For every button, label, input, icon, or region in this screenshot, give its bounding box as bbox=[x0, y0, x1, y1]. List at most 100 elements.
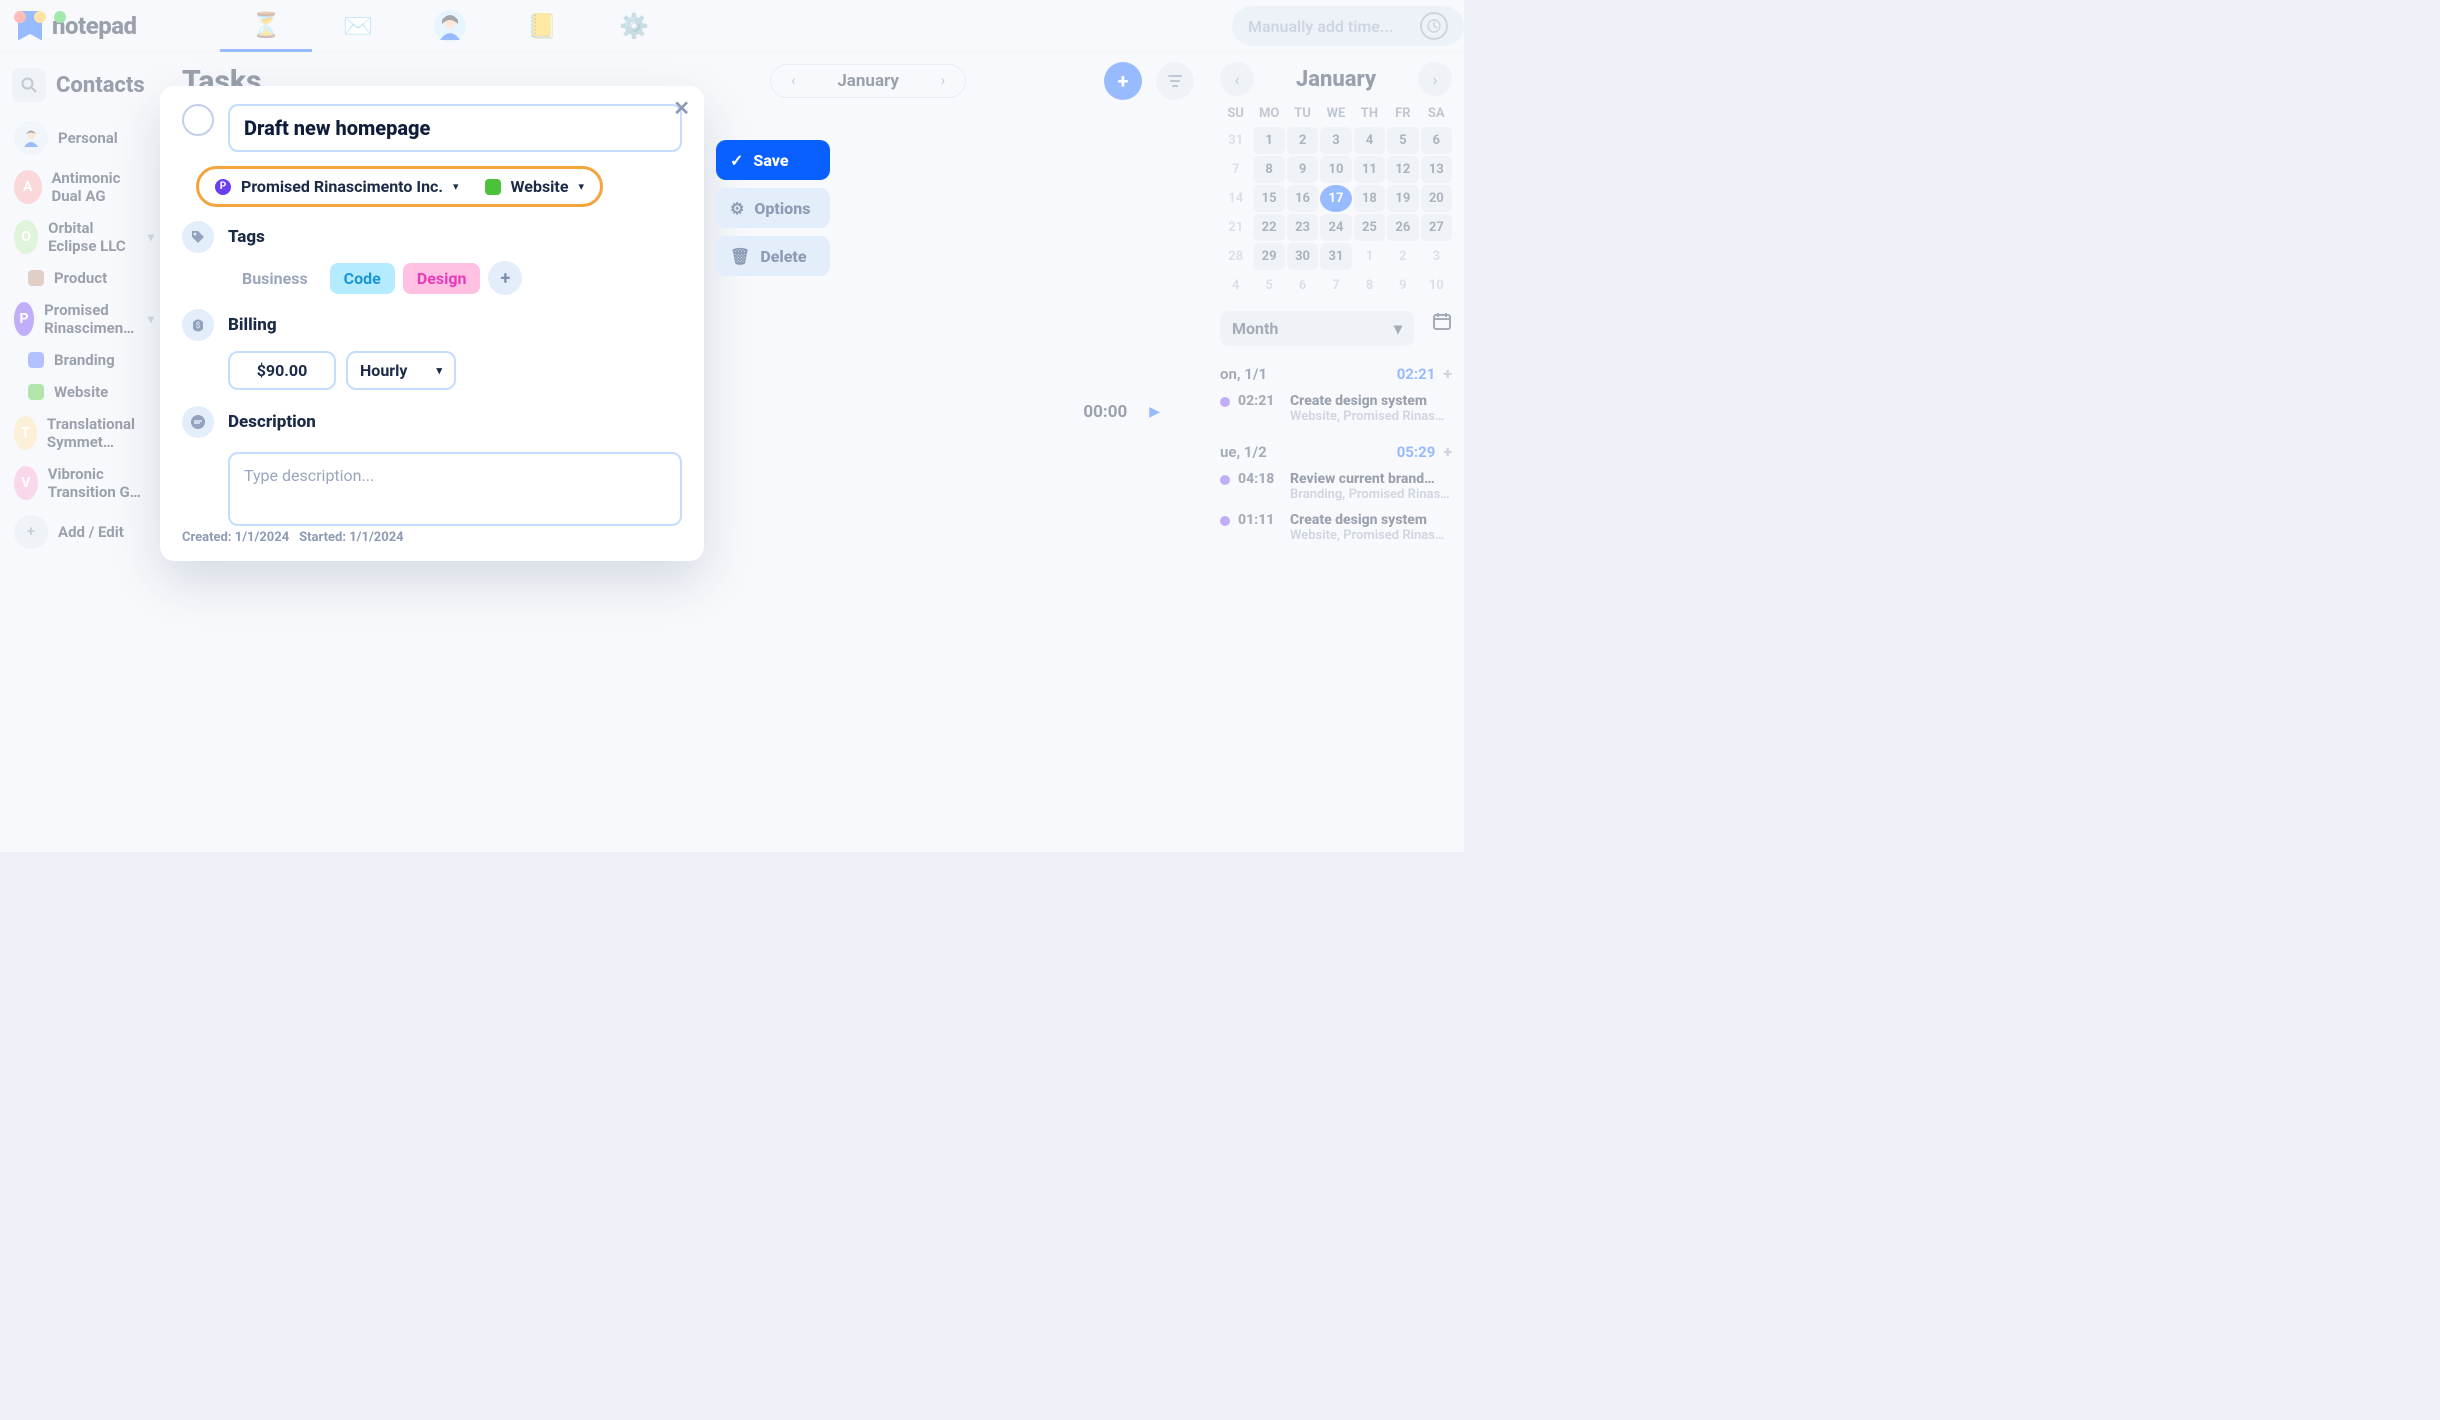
cal-day[interactable]: 10 bbox=[1320, 156, 1351, 183]
nav-avatar-icon[interactable] bbox=[404, 0, 496, 52]
nav-mail-icon[interactable]: ✉️ bbox=[312, 0, 404, 52]
play-icon[interactable]: ▶ bbox=[1149, 404, 1160, 420]
add-entry-button[interactable]: + bbox=[1443, 442, 1452, 461]
chevron-down-icon: ▾ bbox=[148, 312, 154, 326]
cal-day[interactable]: 3 bbox=[1421, 243, 1452, 270]
nav-timer-icon[interactable]: ⏳ bbox=[220, 0, 312, 52]
sidebar-item-branding[interactable]: Branding bbox=[4, 344, 164, 376]
cal-day[interactable]: 12 bbox=[1387, 156, 1418, 183]
cal-day[interactable]: 8 bbox=[1354, 272, 1385, 299]
cal-day[interactable]: 26 bbox=[1387, 214, 1418, 241]
cal-day[interactable]: 2 bbox=[1387, 243, 1418, 270]
cal-day[interactable]: 2 bbox=[1287, 127, 1318, 154]
cal-day[interactable]: 8 bbox=[1253, 156, 1284, 183]
cal-day[interactable]: 21 bbox=[1220, 214, 1251, 241]
cal-day[interactable]: 31 bbox=[1320, 243, 1351, 270]
cal-day[interactable]: 1 bbox=[1354, 243, 1385, 270]
entry-item[interactable]: 02:21 Create design system Website, Prom… bbox=[1220, 393, 1452, 424]
sidebar-item-vibronic[interactable]: V Vibronic Transition G… bbox=[4, 458, 164, 508]
cal-day[interactable]: 7 bbox=[1220, 156, 1251, 183]
cal-day[interactable]: 1 bbox=[1253, 127, 1284, 154]
task-name-input[interactable] bbox=[228, 104, 682, 152]
cal-day[interactable]: 3 bbox=[1320, 127, 1351, 154]
sidebar-item-promised[interactable]: P Promised Rinascimen… ▾ bbox=[4, 294, 164, 344]
entry-item[interactable]: 01:11 Create design system Website, Prom… bbox=[1220, 512, 1452, 543]
tag-design[interactable]: Design bbox=[403, 263, 481, 294]
delete-button[interactable]: 🗑 Delete bbox=[716, 236, 830, 276]
cal-day[interactable]: 27 bbox=[1421, 214, 1452, 241]
cal-day[interactable]: 13 bbox=[1421, 156, 1452, 183]
cal-day[interactable]: 18 bbox=[1354, 185, 1385, 212]
cal-day[interactable]: 25 bbox=[1354, 214, 1385, 241]
cal-day-today[interactable]: 17 bbox=[1320, 185, 1351, 212]
cal-day[interactable]: 22 bbox=[1253, 214, 1284, 241]
month-prev-button[interactable]: ‹ bbox=[781, 69, 805, 93]
sidebar-item-antimonic[interactable]: A Antimonic Dual AG bbox=[4, 162, 164, 212]
description-input[interactable]: Type description... bbox=[228, 452, 682, 526]
calendar-next-button[interactable]: › bbox=[1418, 62, 1452, 96]
minimize-window-icon[interactable] bbox=[34, 11, 46, 23]
sidebar-item-add-edit[interactable]: + Add / Edit bbox=[4, 508, 164, 556]
tags-label: Tags bbox=[228, 227, 265, 247]
sidebar-item-personal[interactable]: Personal bbox=[4, 114, 164, 162]
sidebar-item-orbital[interactable]: O Orbital Eclipse LLC ▾ bbox=[4, 212, 164, 262]
billing-amount-input[interactable] bbox=[228, 351, 336, 390]
entry-item[interactable]: 04:18 Review current brand… Branding, Pr… bbox=[1220, 471, 1452, 502]
day-entry-head: ue, 1/2 05:29 + bbox=[1220, 442, 1452, 461]
cal-day[interactable]: 30 bbox=[1287, 243, 1318, 270]
calendar-grid: SU MO TU WE TH FR SA 31 1 2 3 4 5 6 7 8 … bbox=[1220, 102, 1452, 299]
calendar-icon[interactable] bbox=[1432, 311, 1452, 335]
cal-day[interactable]: 5 bbox=[1387, 127, 1418, 154]
billing-type-select[interactable]: Hourly ▾ bbox=[346, 351, 456, 390]
cal-day[interactable]: 9 bbox=[1287, 156, 1318, 183]
manually-add-time-input[interactable]: Manually add time... bbox=[1232, 6, 1464, 46]
close-button[interactable]: ✕ bbox=[673, 96, 690, 120]
cal-day[interactable]: 7 bbox=[1320, 272, 1351, 299]
add-entry-button[interactable]: + bbox=[1443, 364, 1452, 383]
cal-day[interactable]: 29 bbox=[1253, 243, 1284, 270]
cal-day[interactable]: 9 bbox=[1387, 272, 1418, 299]
cal-day[interactable]: 23 bbox=[1287, 214, 1318, 241]
entry-title: Create design system bbox=[1290, 512, 1452, 528]
cal-day[interactable]: 16 bbox=[1287, 185, 1318, 212]
add-tag-button[interactable]: + bbox=[488, 261, 522, 295]
nav-settings-icon[interactable]: ⚙️ bbox=[588, 0, 680, 52]
month-next-button[interactable]: › bbox=[931, 69, 955, 93]
close-window-icon[interactable] bbox=[14, 11, 26, 23]
cal-day[interactable]: 5 bbox=[1253, 272, 1284, 299]
project-selector[interactable]: P Promised Rinascimento Inc. ▾ Website ▾ bbox=[196, 166, 603, 207]
options-button[interactable]: ⚙ Options bbox=[716, 188, 830, 228]
tag-business[interactable]: Business bbox=[228, 263, 322, 294]
cal-day[interactable]: 6 bbox=[1287, 272, 1318, 299]
maximize-window-icon[interactable] bbox=[54, 11, 66, 23]
search-button[interactable] bbox=[12, 68, 46, 102]
cal-day[interactable]: 19 bbox=[1387, 185, 1418, 212]
cal-day[interactable]: 14 bbox=[1220, 185, 1251, 212]
cal-day[interactable]: 11 bbox=[1354, 156, 1385, 183]
cal-day[interactable]: 4 bbox=[1354, 127, 1385, 154]
delete-label: Delete bbox=[760, 247, 806, 266]
nav-book-icon[interactable]: 📒 bbox=[496, 0, 588, 52]
add-task-button[interactable]: + bbox=[1104, 62, 1142, 100]
cal-day[interactable]: 6 bbox=[1421, 127, 1452, 154]
sidebar-item-translational[interactable]: T Translational Symmet… bbox=[4, 408, 164, 458]
entry-dot-icon bbox=[1220, 475, 1230, 485]
sidebar-item-product[interactable]: Product bbox=[4, 262, 164, 294]
calendar-prev-button[interactable]: ‹ bbox=[1220, 62, 1254, 96]
cal-day[interactable]: 4 bbox=[1220, 272, 1251, 299]
tag-code[interactable]: Code bbox=[330, 263, 395, 294]
cal-day[interactable]: 24 bbox=[1320, 214, 1351, 241]
cal-day[interactable]: 28 bbox=[1220, 243, 1251, 270]
view-select[interactable]: Month ▾ bbox=[1220, 311, 1414, 346]
filter-button[interactable] bbox=[1156, 62, 1194, 100]
save-button[interactable]: ✓ Save bbox=[716, 140, 830, 180]
dow: SU bbox=[1220, 102, 1251, 125]
task-status-icon[interactable] bbox=[182, 104, 214, 136]
cal-day[interactable]: 20 bbox=[1421, 185, 1452, 212]
cal-day[interactable]: 31 bbox=[1220, 127, 1251, 154]
sidebar-item-website[interactable]: Website bbox=[4, 376, 164, 408]
avatar-a-icon: A bbox=[14, 170, 42, 204]
cal-day[interactable]: 10 bbox=[1421, 272, 1452, 299]
avatar-personal-icon bbox=[14, 121, 48, 155]
cal-day[interactable]: 15 bbox=[1253, 185, 1284, 212]
